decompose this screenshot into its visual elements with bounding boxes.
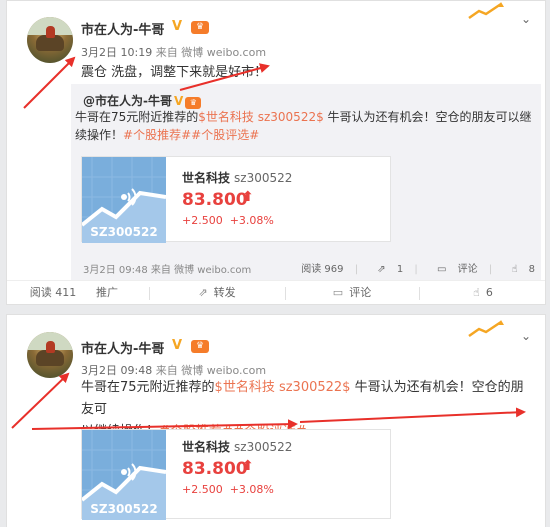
author-name[interactable]: 市在人为-牛哥 bbox=[81, 19, 164, 38]
trend-decoration-icon bbox=[467, 1, 505, 21]
stock-name: 世名科技 sz300522 bbox=[182, 438, 292, 455]
hashtag-link[interactable]: #个股评选# bbox=[191, 128, 259, 142]
repost-comment-button[interactable]: ▭ 评论 bbox=[429, 264, 478, 275]
stock-change-value: +2.500 bbox=[182, 483, 223, 496]
promote-label: 推广 bbox=[96, 286, 118, 299]
weibo-post-card: 市在人为-牛哥 V ♛ ⌄ 3月2日 09:48 来自 微博 weibo.com… bbox=[6, 314, 546, 527]
avatar[interactable] bbox=[27, 17, 73, 63]
comment-icon: ▭ bbox=[436, 264, 447, 275]
post-text: 震仓 洗盘，调整下来就是好市！ bbox=[81, 65, 268, 80]
stock-code: sz300522 bbox=[234, 171, 293, 185]
like-button[interactable]: ☝ 6 bbox=[421, 281, 545, 305]
arrow-up-icon: ⬆ bbox=[242, 189, 254, 205]
repost-text-part: 牛哥在75元附近推荐的 bbox=[75, 110, 199, 124]
divider: | bbox=[354, 264, 359, 275]
thumbs-up-icon: ☝ bbox=[511, 264, 518, 275]
divider: | bbox=[488, 264, 493, 275]
stock-image-code: SZ300522 bbox=[90, 225, 158, 239]
repost-forward-button[interactable]: ⇗ 1 bbox=[369, 264, 403, 275]
stock-card[interactable]: SZ300522 世名科技 sz300522 83.800 ⬆ +2.500 +3… bbox=[81, 429, 391, 520]
repost-time[interactable]: 3月2日 09:48 bbox=[83, 265, 148, 276]
repost-meta: 3月2日 09:48 来自 微博 weibo.com bbox=[83, 261, 251, 276]
stock-chart-thumbnail: SZ300522 bbox=[82, 430, 166, 520]
repost-icon: ⇗ bbox=[198, 286, 208, 299]
comment-button[interactable]: ▭ 评论 bbox=[287, 281, 417, 305]
divider bbox=[149, 287, 150, 300]
level-badge-icon: ♛ bbox=[191, 21, 209, 34]
post-meta: 3月2日 10:19 来自 微博 weibo.com bbox=[81, 44, 266, 60]
chevron-down-icon[interactable]: ⌄ bbox=[521, 329, 531, 343]
trend-decoration-icon bbox=[467, 319, 505, 339]
post-source[interactable]: 微博 weibo.com bbox=[181, 364, 266, 377]
thumbs-up-icon: ☝ bbox=[473, 286, 480, 299]
stock-change-value: +2.500 bbox=[182, 214, 223, 227]
repost-text: 牛哥在75元附近推荐的$世名科技 sz300522$ 牛哥认为还有机会！空仓的朋… bbox=[75, 108, 535, 144]
repost-author: @市在人为-牛哥 V ♛ bbox=[83, 92, 202, 109]
level-badge-icon: ♛ bbox=[191, 340, 209, 353]
stock-image-code: SZ300522 bbox=[90, 502, 158, 516]
repost-icon: ⇗ bbox=[377, 264, 386, 275]
arrow-up-icon: ⬆ bbox=[242, 458, 254, 474]
stock-change: +2.500 +3.08% bbox=[182, 483, 274, 496]
repost-read-count: 阅读 969 bbox=[301, 264, 344, 275]
comment-label: 评论 bbox=[349, 286, 372, 299]
stock-tag-link[interactable]: $世名科技 sz300522$ bbox=[198, 110, 323, 124]
stock-price: 83.800 bbox=[182, 459, 248, 479]
action-bar: 阅读 411 推广 ⇗ 转发 ▭ 评论 ☝ 6 bbox=[7, 280, 545, 305]
verified-icon: V bbox=[172, 19, 183, 34]
repost-forward-count: 1 bbox=[396, 264, 404, 275]
repost-box: @市在人为-牛哥 V ♛ 牛哥在75元附近推荐的$世名科技 sz300522$ 牛哥… bbox=[71, 84, 541, 280]
repost-stats: 阅读 969 | ⇗ 1 | ▭ 评论 | ☝ 8 bbox=[293, 260, 535, 275]
stock-chart-thumbnail: SZ300522 bbox=[82, 157, 166, 243]
repost-label: 转发 bbox=[213, 286, 236, 299]
repost-source[interactable]: 微博 weibo.com bbox=[174, 265, 251, 276]
divider bbox=[419, 287, 420, 300]
weibo-post-card: 市在人为-牛哥 V ♛ ⌄ 3月2日 10:19 来自 微博 weibo.com… bbox=[6, 0, 546, 305]
post-meta: 3月2日 09:48 来自 微博 weibo.com bbox=[81, 362, 266, 378]
read-count: 阅读 411 bbox=[23, 281, 83, 305]
post-time[interactable]: 3月2日 10:19 bbox=[81, 46, 152, 59]
post-source[interactable]: 微博 weibo.com bbox=[181, 46, 266, 59]
chevron-down-icon[interactable]: ⌄ bbox=[521, 12, 531, 26]
avatar[interactable] bbox=[27, 332, 73, 378]
stock-name-text: 世名科技 bbox=[182, 440, 231, 454]
repost-comment-label: 评论 bbox=[457, 264, 478, 275]
stock-change-pct: +3.08% bbox=[229, 214, 274, 227]
verified-icon: V bbox=[172, 338, 183, 353]
repost-like-button[interactable]: ☝ 8 bbox=[503, 264, 535, 275]
author-name[interactable]: 市在人为-牛哥 bbox=[81, 338, 164, 357]
stock-name: 世名科技 sz300522 bbox=[182, 169, 292, 186]
repost-author-name[interactable]: @市在人为-牛哥 bbox=[83, 94, 172, 108]
stock-price: 83.800 bbox=[182, 190, 248, 210]
source-prefix: 来自 bbox=[155, 364, 178, 377]
stock-name-text: 世名科技 bbox=[182, 171, 231, 185]
source-prefix: 来自 bbox=[150, 265, 171, 276]
post-text-part: 牛哥在75元附近推荐的 bbox=[81, 380, 215, 395]
promote-button[interactable]: 推广 bbox=[87, 281, 127, 305]
like-count: 6 bbox=[485, 286, 493, 299]
stock-change-pct: +3.08% bbox=[229, 483, 274, 496]
stock-code: sz300522 bbox=[234, 440, 293, 454]
post-time[interactable]: 3月2日 09:48 bbox=[81, 364, 152, 377]
read-count-text: 阅读 411 bbox=[29, 286, 77, 299]
repost-button[interactable]: ⇗ 转发 bbox=[152, 281, 282, 305]
stock-change: +2.500 +3.08% bbox=[182, 214, 274, 227]
comment-icon: ▭ bbox=[332, 286, 344, 299]
hashtag-link[interactable]: #个股推荐# bbox=[123, 128, 191, 142]
source-prefix: 来自 bbox=[155, 46, 178, 59]
verified-icon: V bbox=[173, 94, 184, 108]
divider bbox=[285, 287, 286, 300]
stock-card[interactable]: SZ300522 世名科技 sz300522 83.800 ⬆ +2.500 +3… bbox=[81, 156, 391, 243]
stock-tag-link[interactable]: $世名科技 sz300522$ bbox=[215, 380, 351, 395]
repost-like-count: 8 bbox=[528, 264, 535, 275]
divider: | bbox=[414, 264, 418, 275]
